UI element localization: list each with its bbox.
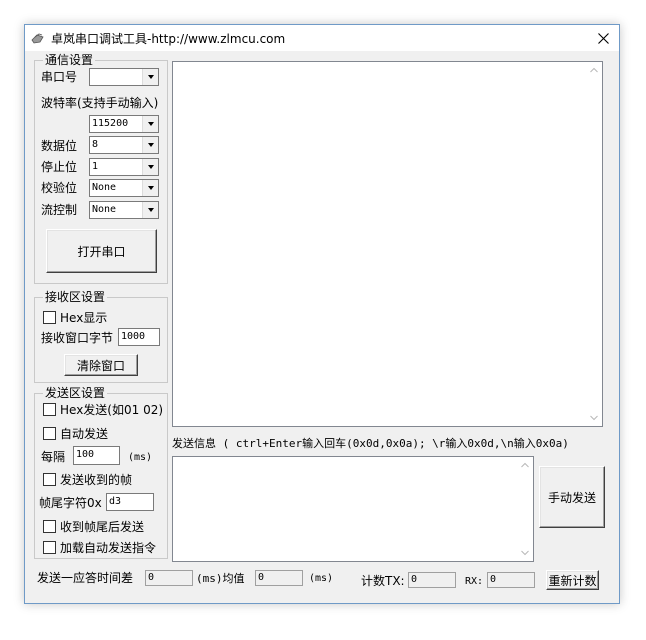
load-auto-cmd-checkbox[interactable] — [43, 541, 56, 554]
app-window: 卓岚串口调试工具-http://www.zlmcu.com 通信设置 串口号 波… — [24, 24, 620, 604]
reset-count-button[interactable]: 重新计数 — [546, 570, 599, 590]
chevron-down-icon — [147, 208, 154, 212]
stopbits-select[interactable]: 1 — [89, 158, 159, 176]
clear-window-button[interactable]: 清除窗口 — [64, 354, 138, 376]
ms-avg-label: (ms)均值 — [196, 572, 245, 585]
chevron-down-icon — [147, 75, 154, 79]
rx-value: 0 — [487, 572, 535, 588]
close-icon — [597, 32, 609, 44]
send-on-receive-checkbox[interactable] — [43, 473, 56, 486]
stopbits-label: 停止位 — [41, 160, 78, 174]
flow-select[interactable]: None — [89, 201, 159, 219]
hex-display-label: Hex显示 — [60, 311, 108, 325]
response-time-value: 0 — [145, 570, 193, 586]
scroll-down-icon[interactable] — [590, 415, 598, 421]
frame-tail-label: 帧尾字符0x — [39, 496, 102, 510]
hex-send-label: Hex发送(如01 02) — [60, 403, 164, 417]
chevron-down-icon — [147, 186, 154, 190]
chevron-down-icon — [147, 165, 154, 169]
comm-group-title: 通信设置 — [43, 53, 96, 67]
hex-display-checkbox[interactable] — [43, 311, 56, 324]
baud-label: 波特率(支持手动输入) — [41, 96, 159, 110]
port-label: 串口号 — [41, 70, 78, 84]
interval-label: 每隔 — [41, 450, 66, 464]
window-bytes-input[interactable]: 1000 — [118, 328, 160, 346]
receive-scrollbar[interactable] — [586, 62, 602, 426]
hex-send-checkbox[interactable] — [43, 403, 56, 416]
auto-send-label: 自动发送 — [60, 427, 109, 441]
interval-unit: (ms) — [128, 452, 153, 463]
title-bar[interactable]: 卓岚串口调试工具-http://www.zlmcu.com — [25, 25, 619, 51]
chevron-down-icon — [147, 143, 154, 147]
open-port-button[interactable]: 打开串口 — [46, 229, 157, 273]
app-icon — [31, 33, 44, 44]
send-group-title: 发送区设置 — [43, 386, 108, 400]
manual-send-button[interactable]: 手动发送 — [539, 466, 605, 528]
rx-label: RX: — [465, 576, 484, 587]
tx-value: 0 — [408, 572, 456, 588]
response-time-label: 发送一应答时间差 — [37, 571, 134, 585]
close-button[interactable] — [587, 25, 619, 51]
tx-label: 计数TX: — [361, 574, 405, 588]
port-select[interactable] — [89, 68, 159, 86]
avg-value: 0 — [255, 570, 303, 586]
scroll-up-icon[interactable] — [521, 462, 529, 468]
send-on-receive-label: 发送收到的帧 — [60, 473, 133, 487]
ms-label: (ms) — [309, 573, 334, 584]
receive-textarea[interactable] — [172, 61, 603, 427]
send-after-tail-checkbox[interactable] — [43, 520, 56, 533]
window-bytes-label: 接收窗口字节 — [41, 331, 114, 345]
send-after-tail-label: 收到帧尾后发送 — [60, 520, 145, 534]
parity-label: 校验位 — [41, 181, 78, 195]
load-auto-cmd-label: 加载自动发送指令 — [60, 541, 157, 555]
chevron-down-icon — [147, 122, 154, 126]
send-textarea[interactable] — [172, 456, 534, 562]
send-info-label: 发送信息 ( ctrl+Enter输入回车(0x0d,0x0a); \r输入0x… — [172, 437, 569, 450]
send-scrollbar[interactable] — [517, 457, 533, 561]
databits-label: 数据位 — [41, 139, 78, 153]
receive-group-title: 接收区设置 — [43, 290, 108, 304]
scroll-up-icon[interactable] — [590, 67, 598, 73]
frame-tail-input[interactable]: d3 — [106, 493, 154, 511]
flow-label: 流控制 — [41, 203, 78, 217]
auto-send-checkbox[interactable] — [43, 427, 56, 440]
window-title: 卓岚串口调试工具-http://www.zlmcu.com — [51, 32, 286, 46]
databits-select[interactable]: 8 — [89, 136, 159, 154]
scroll-down-icon[interactable] — [521, 550, 529, 556]
interval-input[interactable]: 100 — [73, 446, 120, 465]
parity-select[interactable]: None — [89, 179, 159, 197]
baud-select[interactable]: 115200 — [89, 115, 159, 133]
